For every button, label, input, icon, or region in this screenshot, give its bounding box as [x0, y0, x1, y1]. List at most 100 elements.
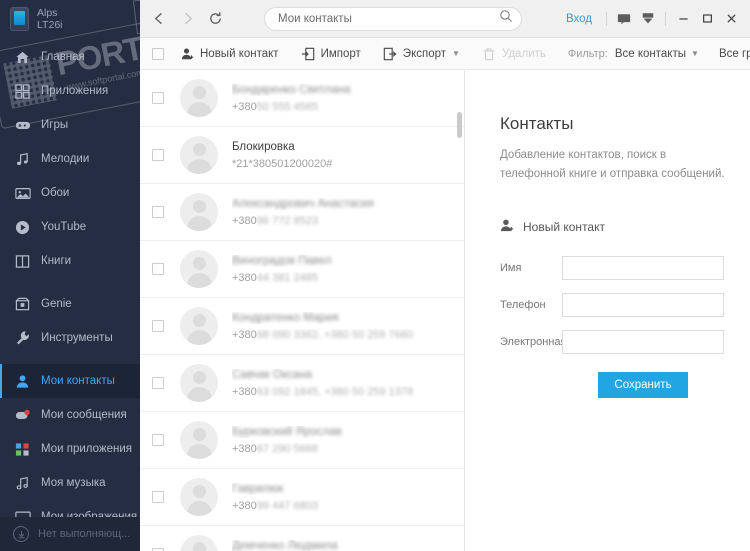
content-area: Бондаренко Светлана +380 50 555 4565 Блоки…: [140, 70, 750, 551]
new-contact-form-header[interactable]: Новый контакт: [500, 218, 750, 236]
sidebar-item-label: Приложения: [41, 85, 109, 97]
row-checkbox[interactable]: [152, 320, 164, 332]
row-checkbox[interactable]: [152, 206, 164, 218]
field-row-name: Имя: [500, 255, 750, 280]
table-row[interactable]: Гаврилюк +380 99 447 6803: [140, 469, 464, 526]
table-row[interactable]: Кондратенко Мария +380 68 090 3362, +380 …: [140, 298, 464, 355]
save-button[interactable]: Сохранить: [598, 371, 688, 398]
search-input[interactable]: [277, 12, 499, 25]
delete-button[interactable]: Удалить: [482, 46, 546, 61]
sidebar-divider-1: [0, 278, 140, 287]
apps-color-grid-icon: [14, 441, 31, 458]
table-row[interactable]: Александрович Анастасия +380 96 772 8523: [140, 184, 464, 241]
download-circle-icon: [13, 526, 29, 542]
table-row[interactable]: Савчак Оксана +380 63 092 1845, +380 50 2…: [140, 355, 464, 412]
export-button[interactable]: Экспорт ▼: [383, 46, 460, 61]
contact-phone: +380 67 290 5668: [232, 442, 318, 455]
trash-icon: [482, 46, 497, 61]
filter-contacts-dropdown[interactable]: Все контакты ▼: [615, 48, 699, 60]
maximize-icon[interactable]: [696, 8, 718, 30]
contact-name-text: Виноградов Павел: [232, 254, 332, 267]
music-note-icon: [14, 475, 31, 492]
row-checkbox[interactable]: [152, 434, 164, 446]
sidebar-item-ringtones[interactable]: Мелодии: [0, 142, 140, 176]
row-checkbox[interactable]: [152, 263, 164, 275]
chevron-down-icon: ▼: [452, 49, 460, 58]
wrench-icon: [14, 330, 31, 347]
search-box[interactable]: [263, 6, 522, 31]
sidebar-item-wallpapers[interactable]: Обои: [0, 176, 140, 210]
phone-field-label: Телефон: [500, 298, 546, 311]
contact-name-text: Бурковский Ярослав: [232, 425, 342, 438]
close-icon[interactable]: [720, 8, 742, 30]
back-button[interactable]: [146, 6, 172, 32]
row-checkbox[interactable]: [152, 377, 164, 389]
row-checkbox[interactable]: [152, 149, 164, 161]
sidebar-item-label: YouTube: [41, 221, 87, 233]
sidebar-item-my-music[interactable]: Моя музыка: [0, 466, 140, 500]
table-row[interactable]: Бондаренко Светлана +380 50 555 4565: [140, 70, 464, 127]
email-field[interactable]: [562, 329, 724, 354]
sidebar: Alps LT26i Главная Приложения Игры Мелод…: [0, 0, 140, 551]
forward-button[interactable]: [174, 6, 200, 32]
contact-list-scrollbar[interactable]: [457, 72, 462, 551]
contact-phone: +380 50 555 4565: [232, 100, 318, 113]
contact-detail-pane: Контакты Добавление контактов, поиск в т…: [465, 70, 750, 551]
filter-groups-dropdown[interactable]: Все группы ▼: [719, 48, 750, 60]
table-row[interactable]: Демченко Людмила+380 66 395 2768: [140, 526, 464, 551]
scrollbar-thumb[interactable]: [457, 112, 462, 138]
contact-name: Бондаренко Светлана: [232, 84, 450, 96]
download-icon[interactable]: [637, 8, 659, 30]
contact-name-text: Кондратенко Мария: [232, 311, 339, 324]
avatar: [180, 478, 218, 516]
row-text: Демченко Людмила+380 66 395 2768: [232, 540, 464, 551]
task-status-bar[interactable]: Нет выполняющ...: [0, 517, 140, 551]
row-text: Бондаренко Светлана +380 50 555 4565: [232, 84, 464, 113]
sidebar-item-label: Инструменты: [41, 332, 113, 344]
sidebar-item-youtube[interactable]: YouTube: [0, 210, 140, 244]
sidebar-item-my-contacts[interactable]: Мои контакты: [0, 364, 140, 398]
minimize-icon[interactable]: [672, 8, 694, 30]
sidebar-item-label: Обои: [41, 187, 70, 199]
message-icon[interactable]: [613, 8, 635, 30]
avatar: [180, 193, 218, 231]
import-button[interactable]: Импорт: [301, 46, 361, 61]
phone-field[interactable]: [562, 292, 724, 317]
sidebar-item-label: Игры: [41, 119, 69, 131]
login-link[interactable]: Вход: [558, 13, 600, 25]
search-area: [230, 6, 556, 31]
row-checkbox[interactable]: [152, 491, 164, 503]
row-checkbox[interactable]: [152, 92, 164, 104]
sidebar-item-games[interactable]: Игры: [0, 108, 140, 142]
sidebar-item-tools[interactable]: Инструменты: [0, 321, 140, 355]
sidebar-item-home[interactable]: Главная: [0, 40, 140, 74]
sidebar-item-label: Мелодии: [41, 153, 90, 165]
sidebar-item-books[interactable]: Книги: [0, 244, 140, 278]
row-text: Александрович Анастасия +380 96 772 8523: [232, 198, 464, 227]
wallpaper-icon: [14, 185, 31, 202]
new-contact-button[interactable]: Новый контакт: [180, 46, 279, 61]
contact-list-rows: Бондаренко Светлана +380 50 555 4565 Блоки…: [140, 70, 464, 551]
sidebar-item-genie[interactable]: Genie: [0, 287, 140, 321]
top-bar: Вход: [140, 0, 750, 38]
app-window: Alps LT26i Главная Приложения Игры Мелод…: [0, 0, 750, 551]
refresh-button[interactable]: [202, 6, 228, 32]
select-all-checkbox[interactable]: [152, 47, 164, 60]
device-header[interactable]: Alps LT26i: [0, 0, 140, 38]
table-row[interactable]: Виноградов Павел +380 44 381 2485: [140, 241, 464, 298]
search-icon[interactable]: [499, 9, 513, 28]
table-row[interactable]: Блокировка *21*380501200020#: [140, 127, 464, 184]
contact-name-text: Бондаренко Светлана: [232, 83, 351, 96]
avatar: [180, 250, 218, 288]
avatar: [180, 535, 218, 551]
sidebar-item-apps[interactable]: Приложения: [0, 74, 140, 108]
contact-phone: *21*380501200020#: [232, 157, 333, 170]
sidebar-item-my-apps[interactable]: Мои приложения: [0, 432, 140, 466]
sidebar-nav: Главная Приложения Игры Мелодии Обои You…: [0, 38, 140, 551]
name-field[interactable]: [562, 255, 724, 280]
avatar: [180, 421, 218, 459]
sidebar-item-my-messages[interactable]: Мои сообщения: [0, 398, 140, 432]
contact-name: Савчак Оксана: [232, 369, 450, 381]
avatar: [180, 79, 218, 117]
table-row[interactable]: Бурковский Ярослав +380 67 290 5668: [140, 412, 464, 469]
